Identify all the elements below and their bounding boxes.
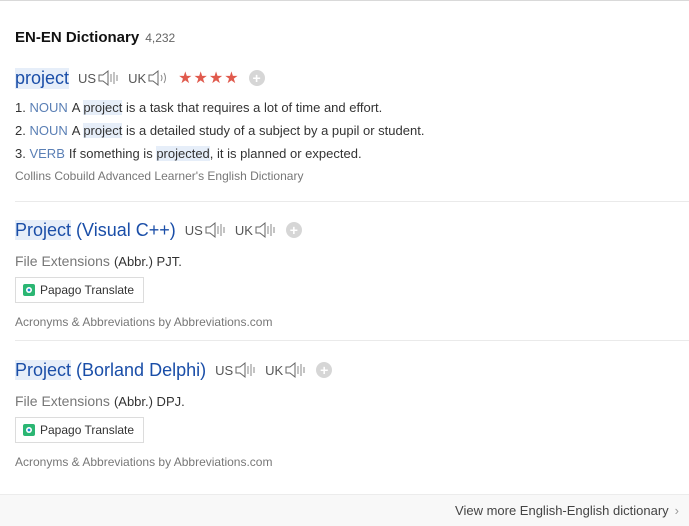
speaker-icon bbox=[235, 361, 255, 379]
uk-pronunciation-button[interactable]: UK bbox=[128, 69, 170, 87]
us-pronunciation-button[interactable]: US bbox=[185, 221, 227, 239]
category-row: File Extensions (Abbr.) PJT. bbox=[15, 253, 689, 269]
speaker-icon bbox=[255, 221, 275, 239]
category-label: File Extensions bbox=[15, 253, 110, 269]
part-of-speech: NOUN bbox=[29, 100, 68, 115]
speaker-icon bbox=[98, 69, 118, 87]
speaker-icon bbox=[285, 361, 305, 379]
headword[interactable]: Project (Borland Delphi) bbox=[15, 359, 206, 381]
papago-icon bbox=[23, 284, 35, 296]
source-label: Collins Cobuild Advanced Learner's Engli… bbox=[15, 169, 304, 183]
uk-label: UK bbox=[265, 362, 284, 378]
speaker-icon bbox=[148, 69, 167, 87]
uk-pronunciation-button[interactable]: UK bbox=[265, 361, 307, 379]
uk-pronunciation-button[interactable]: UK bbox=[235, 221, 277, 239]
category-value: (Abbr.) PJT. bbox=[113, 254, 182, 269]
add-to-wordbook-button[interactable]: + bbox=[248, 70, 265, 86]
footer-bar: View more English-English dictionary › bbox=[0, 494, 689, 526]
add-to-wordbook-button[interactable]: + bbox=[316, 362, 333, 378]
definition-1: 1. NOUN A project is a task that requires… bbox=[15, 100, 383, 115]
dictionary-title: EN-EN Dictionary bbox=[15, 29, 140, 46]
part-of-speech: NOUN bbox=[29, 123, 68, 138]
papago-translate-button[interactable]: Papago Translate bbox=[15, 277, 145, 303]
chevron-right-icon: › bbox=[674, 503, 679, 518]
uk-label: UK bbox=[234, 222, 253, 238]
us-label: US bbox=[215, 362, 234, 378]
papago-label: Papago Translate bbox=[40, 283, 135, 297]
headword[interactable]: Project (Visual C++) bbox=[15, 219, 176, 241]
view-more-link[interactable]: View more English-English dictionary › bbox=[455, 503, 679, 518]
papago-translate-button[interactable]: Papago Translate bbox=[15, 417, 145, 443]
result-count: 4,232 bbox=[145, 31, 176, 45]
papago-label: Papago Translate bbox=[40, 423, 135, 437]
dictionary-header: EN-EN Dictionary 4,232 bbox=[15, 29, 175, 46]
entry-project-borland-delphi: Project (Borland Delphi) US UK + File Ex… bbox=[15, 358, 689, 469]
us-label: US bbox=[78, 70, 97, 86]
category-label: File Extensions bbox=[15, 393, 110, 409]
papago-icon bbox=[23, 424, 35, 436]
category-value: (Abbr.) DPJ. bbox=[113, 394, 185, 409]
definition-2: 2. NOUN A project is a detailed study of … bbox=[15, 123, 425, 138]
entry-project: project US UK ★★★★ + 1. NOUN A project is… bbox=[15, 66, 689, 183]
uk-label: UK bbox=[128, 70, 147, 86]
speaker-icon bbox=[205, 221, 225, 239]
us-label: US bbox=[184, 222, 203, 238]
category-row: File Extensions (Abbr.) DPJ. bbox=[15, 393, 689, 409]
headword[interactable]: project bbox=[15, 67, 70, 89]
us-pronunciation-button[interactable]: US bbox=[78, 69, 120, 87]
source-label: Acronyms & Abbreviations by Abbreviation… bbox=[15, 315, 273, 329]
entry-divider bbox=[15, 201, 689, 202]
us-pronunciation-button[interactable]: US bbox=[215, 361, 257, 379]
source-label: Acronyms & Abbreviations by Abbreviation… bbox=[15, 455, 273, 469]
top-divider bbox=[0, 0, 689, 1]
definition-3: 3. VERB If something is projected, it is … bbox=[15, 146, 362, 161]
entry-project-visual-cpp: Project (Visual C++) US UK + File Extens… bbox=[15, 218, 689, 329]
entry-divider bbox=[15, 340, 689, 341]
rating-stars: ★★★★ bbox=[178, 70, 240, 87]
add-to-wordbook-button[interactable]: + bbox=[285, 222, 302, 238]
part-of-speech: VERB bbox=[29, 146, 65, 161]
